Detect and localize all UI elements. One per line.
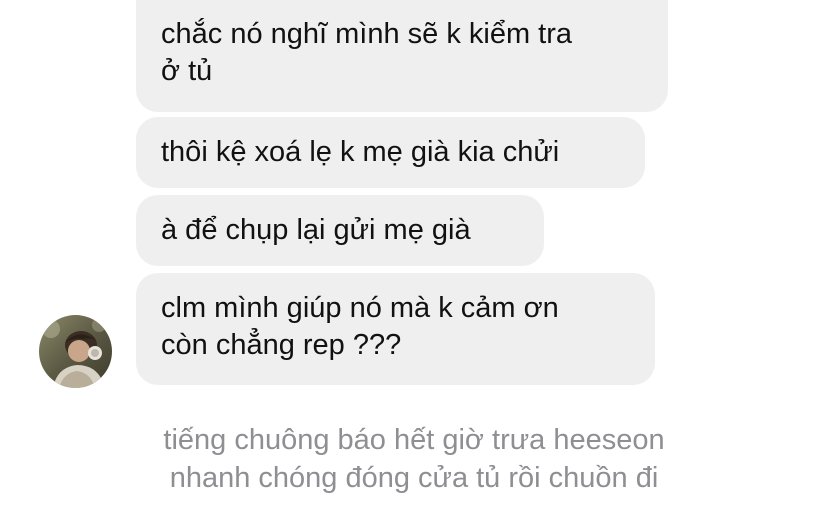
message-line: ở tủ bbox=[161, 55, 213, 87]
avatar-photo bbox=[39, 315, 112, 388]
message-line: clm mình giúp nó mà k cảm ơn bbox=[161, 292, 559, 324]
message-line: thôi kệ xoá lẹ k mẹ già kia chửi bbox=[161, 136, 560, 168]
message-line: chắc nó nghĩ mình sẽ k kiểm tra bbox=[161, 18, 573, 50]
message-bubble[interactable]: thôi kệ xoá lẹ k mẹ già kia chửi bbox=[136, 117, 645, 188]
message-line: à để chụp lại gửi mẹ già bbox=[161, 214, 471, 246]
narration-text: tiếng chuông báo hết giờ trưa heeseon nh… bbox=[0, 421, 828, 497]
message-thread: chắc nó nghĩ mình sẽ k kiểm tra ở tủ thô… bbox=[0, 0, 828, 506]
narration-line: nhanh chóng đóng cửa tủ rồi chuồn đi bbox=[169, 462, 659, 494]
avatar[interactable] bbox=[39, 315, 112, 388]
narration-line: tiếng chuông báo hết giờ trưa heeseon bbox=[163, 424, 665, 456]
message-bubble[interactable]: à để chụp lại gửi mẹ già bbox=[136, 195, 544, 266]
message-bubble[interactable]: clm mình giúp nó mà k cảm ơn còn chẳng r… bbox=[136, 273, 655, 385]
message-line: còn chẳng rep ??? bbox=[161, 329, 402, 361]
message-bubble[interactable]: chắc nó nghĩ mình sẽ k kiểm tra ở tủ bbox=[136, 0, 668, 112]
